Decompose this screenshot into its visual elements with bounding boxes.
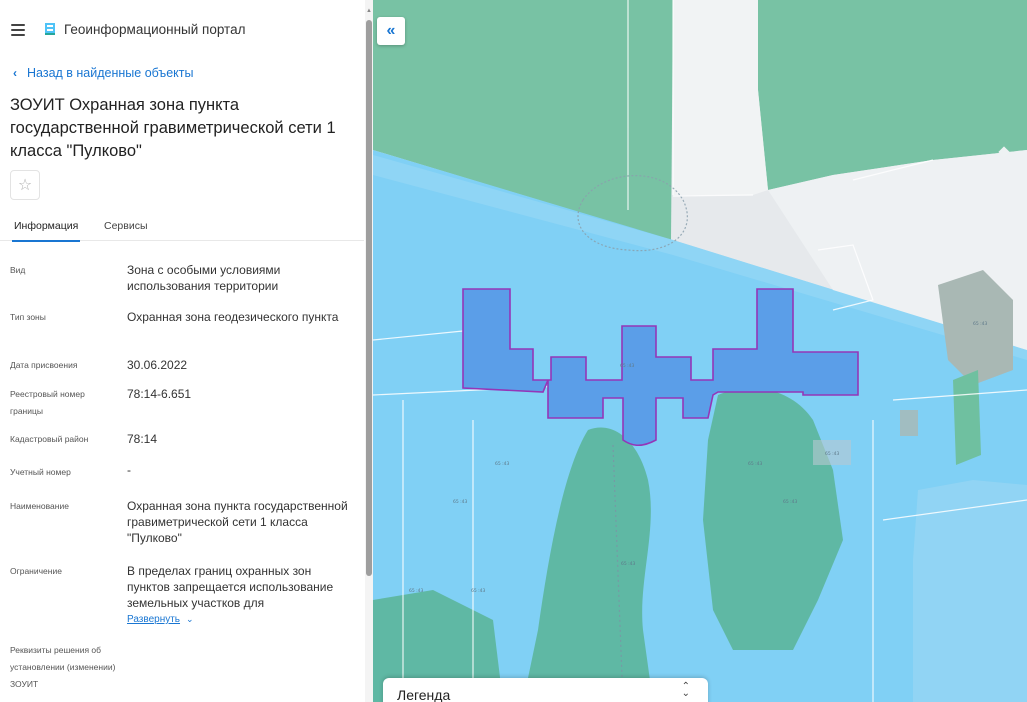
map-label: 65 :43 bbox=[973, 321, 988, 327]
attr-label-kind: Вид bbox=[10, 265, 26, 275]
map-canvas[interactable]: 65 :43 65 :43 65 :43 65 :43 65 :43 65 :4… bbox=[373, 0, 1027, 702]
attr-label-account-number: Учетный номер bbox=[10, 467, 71, 477]
tab-information[interactable]: Информация bbox=[11, 220, 81, 242]
park-area-right bbox=[953, 370, 981, 465]
hamburger-icon[interactable] bbox=[11, 24, 25, 36]
attr-label-name: Наименование bbox=[10, 501, 69, 511]
map-label: 65 :43 bbox=[783, 499, 798, 505]
back-to-results-link[interactable]: ‹ Назад в найденные объекты bbox=[13, 66, 193, 80]
map-label: 65 :43 bbox=[453, 499, 468, 505]
attr-value-cadastral-district: 78:14 bbox=[127, 432, 158, 446]
attr-value-kind: Зона с особыми условиями использования т… bbox=[127, 263, 281, 293]
map-label: 65 :43 bbox=[495, 461, 510, 467]
attr-value-zone-type: Охранная зона геодезического пункта bbox=[127, 310, 339, 324]
attr-value-restriction: В пределах границ охранных зон пунктов з… bbox=[127, 564, 334, 610]
panel-scrollbar-thumb[interactable] bbox=[366, 20, 372, 576]
up-down-chevron-icon[interactable]: ⌃ ⌄ bbox=[682, 682, 690, 699]
expand-label: Развернуть bbox=[127, 614, 181, 625]
map-label: 65 :43 bbox=[621, 561, 636, 567]
attr-value-date: 30.06.2022 bbox=[127, 358, 188, 372]
portal-logo-icon bbox=[45, 23, 55, 35]
chevron-down-icon: ⌄ bbox=[186, 614, 194, 624]
attr-label-zone-type: Тип зоны bbox=[10, 312, 46, 322]
attr-label-cadastral-district: Кадастровый район bbox=[10, 434, 89, 444]
object-title: ЗОУИТ Охранная зона пункта государственн… bbox=[10, 96, 336, 160]
attr-label-restriction: Ограничение bbox=[10, 566, 62, 576]
attr-label-decision-details: Реквизиты решения об установлении (измен… bbox=[10, 645, 116, 689]
expand-link[interactable]: Развернуть ⌄ bbox=[127, 614, 194, 625]
legend-bar[interactable]: Легенда ⌃ ⌄ bbox=[383, 678, 708, 702]
attr-label-registry-number: Реестровый номер границы bbox=[10, 389, 85, 416]
legend-title: Легенда bbox=[397, 687, 451, 702]
map-label: 65 :43 bbox=[471, 588, 486, 594]
map-label: 65 :43 bbox=[748, 461, 763, 467]
small-building-right bbox=[900, 410, 918, 436]
map-label: 65 :43 bbox=[620, 363, 635, 369]
portal-title[interactable]: Геоинформационный портал bbox=[64, 22, 245, 37]
double-chevron-left-icon: « bbox=[386, 22, 396, 39]
attr-label-date: Дата присвоения bbox=[10, 360, 78, 370]
top-bar: Геоинформационный портал bbox=[0, 0, 364, 50]
collapse-panel-button[interactable]: « bbox=[377, 17, 405, 45]
tab-services[interactable]: Сервисы bbox=[104, 220, 148, 232]
chevron-left-icon: ‹ bbox=[13, 66, 17, 80]
tab-bar: Информация Сервисы bbox=[0, 208, 364, 242]
attr-value-name: Охранная зона пункта государственной гра… bbox=[127, 499, 348, 545]
favorite-button[interactable]: ☆ bbox=[10, 170, 40, 200]
scroll-up-arrow-icon[interactable]: ▲ bbox=[366, 8, 372, 14]
map-view[interactable]: 65 :43 65 :43 65 :43 65 :43 65 :43 65 :4… bbox=[373, 0, 1027, 702]
attr-value-registry-number: 78:14-6.651 bbox=[127, 387, 192, 401]
map-label: 65 :43 bbox=[825, 451, 840, 457]
star-icon: ☆ bbox=[17, 177, 33, 194]
back-label: Назад в найденные объекты bbox=[27, 66, 194, 80]
map-label: 65 :43 bbox=[409, 588, 424, 594]
info-panel: Геоинформационный портал ‹ Назад в найде… bbox=[0, 0, 364, 702]
attr-value-account-number: - bbox=[127, 463, 131, 477]
central-road bbox=[673, 0, 768, 195]
